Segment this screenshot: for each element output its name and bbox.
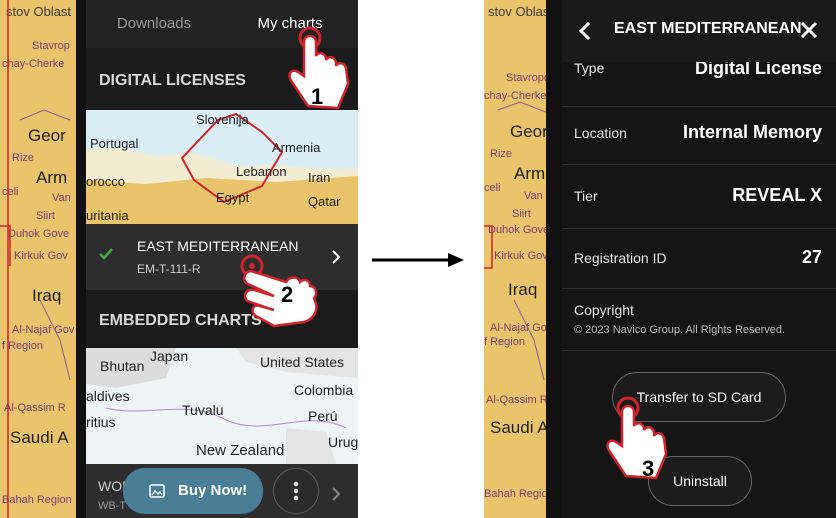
embedded-preview-label: New Zealand [196,442,285,459]
copyright-label: Copyright [574,302,634,318]
left-map-background: stov Oblast Stavrop chay-Cherke Geor Riz… [0,0,76,518]
embedded-preview-label: Urug [328,434,358,450]
chart-preview-label: uritania [86,208,129,223]
section-heading: DIGITAL LICENSES [99,72,246,89]
more-vertical-icon [293,481,299,501]
chart-preview-label: Lebanon [236,164,287,179]
left-divider [76,0,86,518]
chevron-right-icon [332,487,341,501]
page-title: EAST MEDITERRANEAN [614,20,802,37]
right-map-background: stov Oblast Stavropo chay-Cherke Geor Ri… [484,0,546,518]
detail-row-tier: Tier REVEAL X [562,164,836,229]
embedded-preview-label: aldives [86,388,130,404]
detail-row-type: Type Digital License [562,62,836,107]
chart-details-panel: EAST MEDITERRANEAN Type Digital License … [562,0,836,518]
details-header: EAST MEDITERRANEAN [562,0,836,62]
close-icon[interactable] [800,21,818,39]
embedded-item-code: WB-T [98,500,127,512]
embedded-chart-preview[interactable]: Japan United States Bhutan Colombia aldi… [86,348,358,464]
left-charts-panel: Downloads My charts DIGITAL LICENSES Slo… [86,0,358,518]
buy-now-button[interactable]: Buy Now! [123,468,263,514]
detail-label: Tier [574,188,598,204]
detail-row-copyright: Copyright © 2023 Navico Group. All Right… [562,288,836,351]
step-number: 3 [642,456,655,481]
detail-value: REVEAL X [732,185,822,205]
copyright-text: © 2023 Navico Group. All Rights Reserved… [574,324,786,336]
detail-value: 27 [801,247,822,267]
buy-now-label: Buy Now! [178,482,248,499]
detail-value: Digital License [694,62,822,78]
map-boundary-lines [484,101,546,381]
embedded-preview-label: United States [260,354,345,370]
embedded-preview-label: Bhutan [100,358,145,374]
chart-preview-label: orocco [86,174,126,189]
image-icon [149,484,165,498]
arrow-right-icon [372,253,464,267]
step-number: 2 [281,282,294,307]
step-number: 1 [311,84,324,109]
embedded-preview-label: Perú [308,408,338,424]
tap-hand-step-2 [240,254,318,328]
detail-label: Location [574,125,627,141]
detail-label: Registration ID [574,250,667,266]
detail-label: Type [574,62,605,76]
detail-row-registration-id: Registration ID 27 [562,228,836,289]
tap-hand-step-3 [606,396,668,480]
chart-preview-label: Portugal [90,136,139,151]
detail-value: Internal Memory [682,122,822,142]
chart-preview-image[interactable]: Slovenija Portugal Armenia Lebanon Iran … [86,110,358,224]
chart-preview-label: Armenia [272,140,321,155]
embedded-preview-label: Colombia [294,382,354,398]
chart-preview-label: Qatar [308,194,341,209]
chart-preview-label: Slovenija [196,112,249,127]
map-boundary-lines [0,0,71,518]
embedded-preview-label: Tuvalu [182,402,224,418]
back-chevron-icon[interactable] [578,21,592,41]
license-item-code: EM-T-111-R [137,262,201,276]
chart-preview-label: Egypt [216,190,250,205]
chart-preview-label: Iran [308,170,331,185]
more-options-button[interactable] [273,468,319,514]
checkmark-icon [99,248,113,260]
detail-row-location: Location Internal Memory [562,106,836,165]
chevron-right-icon [332,250,341,264]
embedded-preview-label: Japan [150,348,189,364]
embedded-preview-label: ritius [86,414,116,430]
tab-downloads[interactable]: Downloads [86,0,222,48]
right-divider [546,0,562,518]
